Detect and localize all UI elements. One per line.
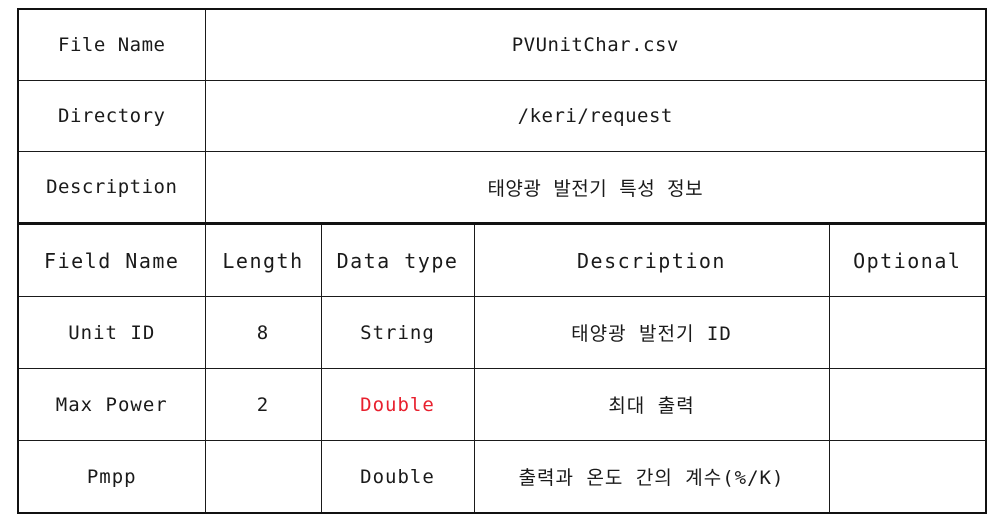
meta-row-description: Description 태양광 발전기 특성 정보 xyxy=(17,151,987,225)
cell-description: 최대 출력 xyxy=(473,368,830,441)
column-header-description: Description xyxy=(473,223,830,297)
cell-data-type: Double xyxy=(320,440,475,514)
page-root: File Name PVUnitChar.csv Directory /keri… xyxy=(0,0,1002,514)
column-header-data-type: Data type xyxy=(320,223,475,297)
meta-row-file-name: File Name PVUnitChar.csv xyxy=(17,8,987,81)
meta-label-file-name: File Name xyxy=(17,8,206,81)
cell-field-name: Max Power xyxy=(17,368,206,441)
cell-optional xyxy=(828,440,987,514)
meta-label-description: Description xyxy=(17,151,206,225)
cell-length xyxy=(204,440,322,514)
meta-label-directory: Directory xyxy=(17,80,206,152)
cell-description: 태양광 발전기 ID xyxy=(473,296,830,369)
cell-optional xyxy=(828,296,987,369)
meta-value-file-name: PVUnitChar.csv xyxy=(204,8,987,81)
column-header-length: Length xyxy=(204,223,322,297)
cell-field-name: Pmpp xyxy=(17,440,206,514)
column-header-optional: Optional xyxy=(828,223,987,297)
meta-row-directory: Directory /keri/request xyxy=(17,80,987,152)
cell-data-type: Double xyxy=(320,368,475,441)
table-row: Pmpp Double 출력과 온도 간의 계수(%/K) xyxy=(17,440,987,514)
cell-length: 2 xyxy=(204,368,322,441)
table-row: Max Power 2 Double 최대 출력 xyxy=(17,368,987,441)
cell-field-name: Unit ID xyxy=(17,296,206,369)
cell-optional xyxy=(828,368,987,441)
meta-value-description: 태양광 발전기 특성 정보 xyxy=(204,151,987,225)
column-header-field-name: Field Name xyxy=(17,223,206,297)
cell-description: 출력과 온도 간의 계수(%/K) xyxy=(473,440,830,514)
table-row: Unit ID 8 String 태양광 발전기 ID xyxy=(17,296,987,369)
cell-length: 8 xyxy=(204,296,322,369)
file-specification-table: File Name PVUnitChar.csv Directory /keri… xyxy=(17,8,988,514)
meta-value-directory: /keri/request xyxy=(204,80,987,152)
cell-data-type: String xyxy=(320,296,475,369)
field-table-header-row: Field Name Length Data type Description … xyxy=(17,223,987,297)
